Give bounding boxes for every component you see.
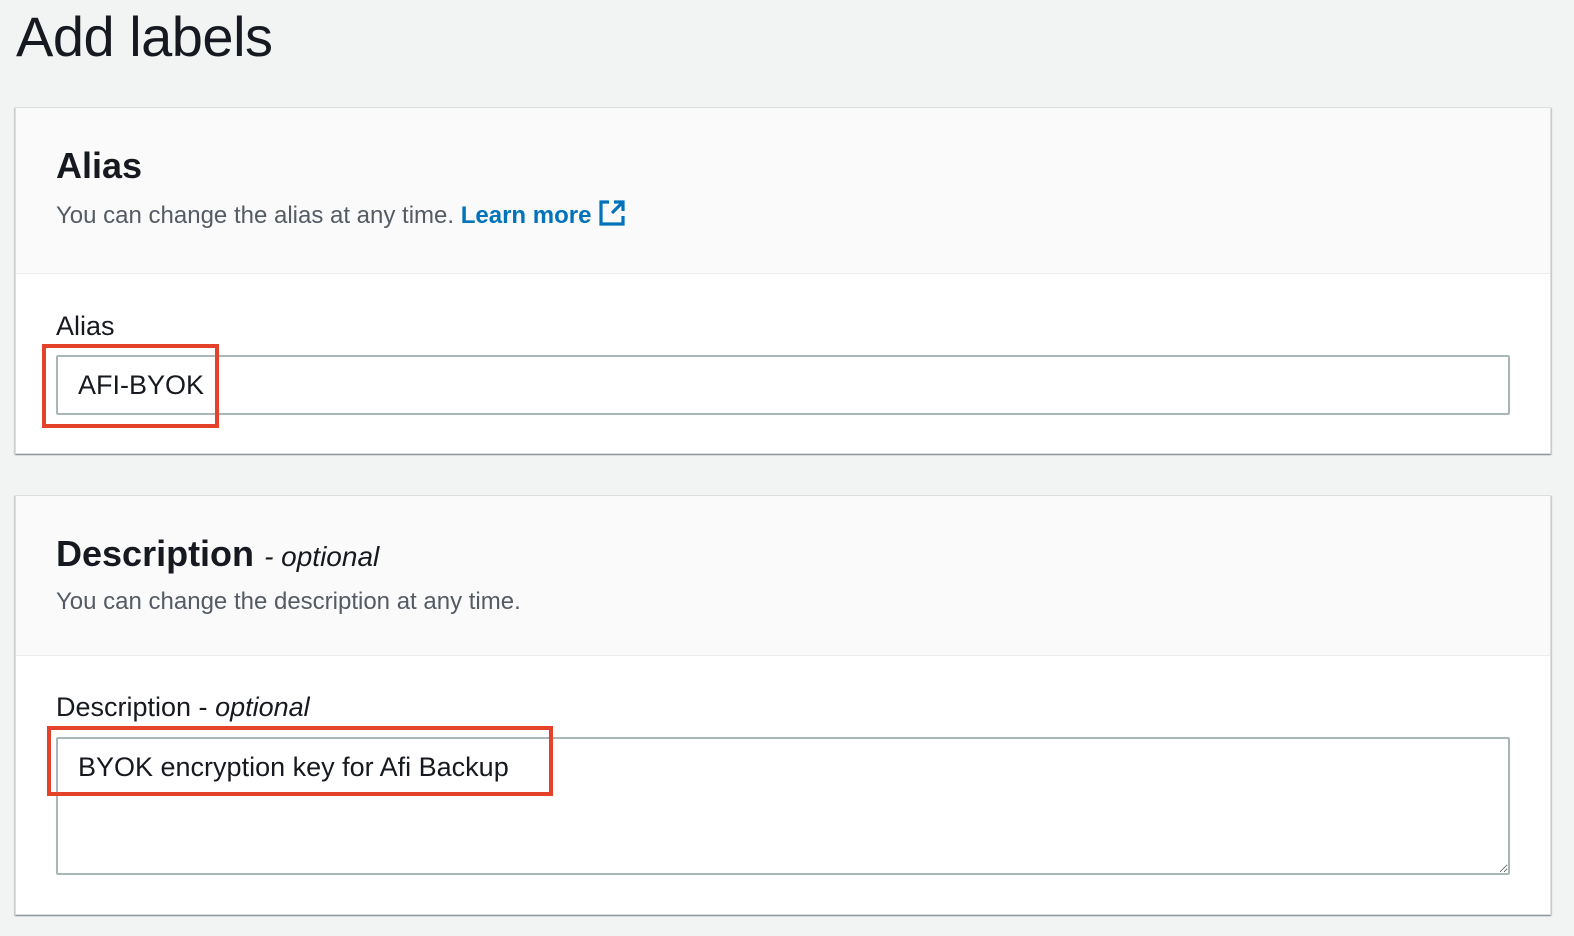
page-title: Add labels [16,5,273,68]
alias-panel-description: You can change the alias at any time. Le… [56,198,627,231]
description-panel-title: Description - optional [56,533,379,578]
alias-panel: Alias You can change the alias at any ti… [15,107,1551,454]
alias-field-label: Alias [56,311,115,341]
description-panel: Description - optional You can change th… [15,495,1551,915]
description-panel-header: Description - optional You can change th… [16,496,1550,656]
alias-panel-title: Alias [56,145,143,186]
description-label-optional: optional [215,692,310,722]
description-help-text: You can change the description at any ti… [56,588,521,615]
alias-input[interactable] [56,355,1510,415]
description-textarea[interactable]: BYOK encryption key for Afi Backup [56,737,1510,875]
learn-more-link[interactable]: Learn more [460,200,628,229]
alias-panel-header: Alias You can change the alias at any ti… [16,108,1550,274]
description-label-text: Description - [56,692,208,722]
external-link-icon [599,200,626,226]
description-title-text: Description [56,533,255,574]
description-field-label: Description - optional [56,691,310,723]
description-title-optional: - optional [264,541,380,572]
alias-help-text: You can change the alias at any time. [56,202,455,229]
learn-more-label: Learn more [460,202,592,229]
